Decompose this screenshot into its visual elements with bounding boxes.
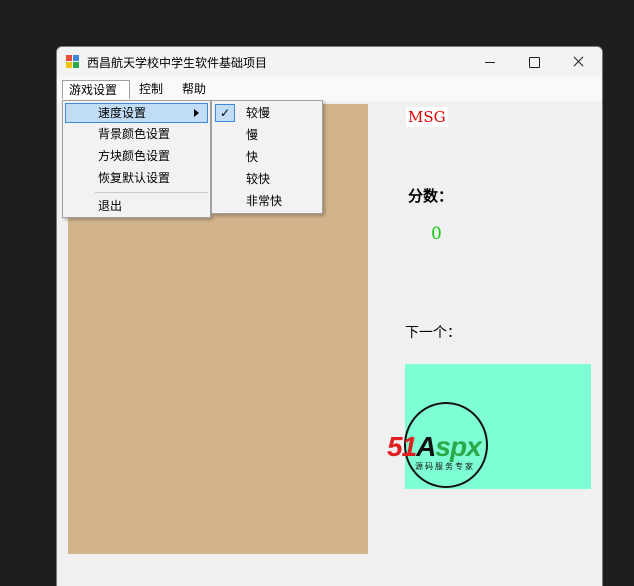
title-bar[interactable]: 西昌航天学校中学生软件基础项目 [57,47,602,77]
menu-control[interactable]: 控制 [133,80,169,99]
maximize-icon [529,57,540,68]
menu-separator [95,192,208,193]
speed-submenu: ✓ 较慢 慢 快 较快 非常快 [211,100,323,214]
speed-option-slow[interactable]: 慢 [214,124,320,146]
watermark-tagline: 源码服务专家 [415,462,475,471]
menu-item-background-color[interactable]: 背景颜色设置 [65,124,208,144]
minimize-button[interactable] [468,47,512,77]
menu-item-exit[interactable]: 退出 [65,196,208,216]
watermark-logo: 51Aspx 源码服务专家 [387,402,519,497]
msg-label: MSG [406,107,448,127]
menu-item-restore-defaults[interactable]: 恢复默认设置 [65,168,208,188]
watermark-brand: 51Aspx [387,431,482,462]
score-value: 0 [431,224,442,244]
speed-option-very-fast[interactable]: 非常快 [214,190,320,212]
speed-option-fast[interactable]: 快 [214,146,320,168]
menu-bar: 游戏设置 控制 帮助 [57,77,602,101]
score-label: 分数： [408,187,454,205]
speed-option-faster[interactable]: 较快 [214,168,320,190]
menu-item-speed-settings[interactable]: 速度设置 [65,103,208,123]
minimize-icon [485,62,495,63]
speed-option-slower[interactable]: ✓ 较慢 [214,102,320,124]
close-button[interactable] [556,47,600,77]
menu-help[interactable]: 帮助 [176,80,212,99]
menu-item-block-color[interactable]: 方块颜色设置 [65,146,208,166]
game-settings-dropdown: 速度设置 背景颜色设置 方块颜色设置 恢复默认设置 退出 [62,100,211,218]
check-icon: ✓ [215,104,235,122]
app-icon [66,55,80,69]
submenu-arrow-icon [194,109,199,117]
menu-game-settings[interactable]: 游戏设置 [62,80,130,99]
window-title: 西昌航天学校中学生软件基础项目 [87,56,268,70]
next-piece-label: 下一个： [405,325,461,341]
maximize-button[interactable] [512,47,556,77]
